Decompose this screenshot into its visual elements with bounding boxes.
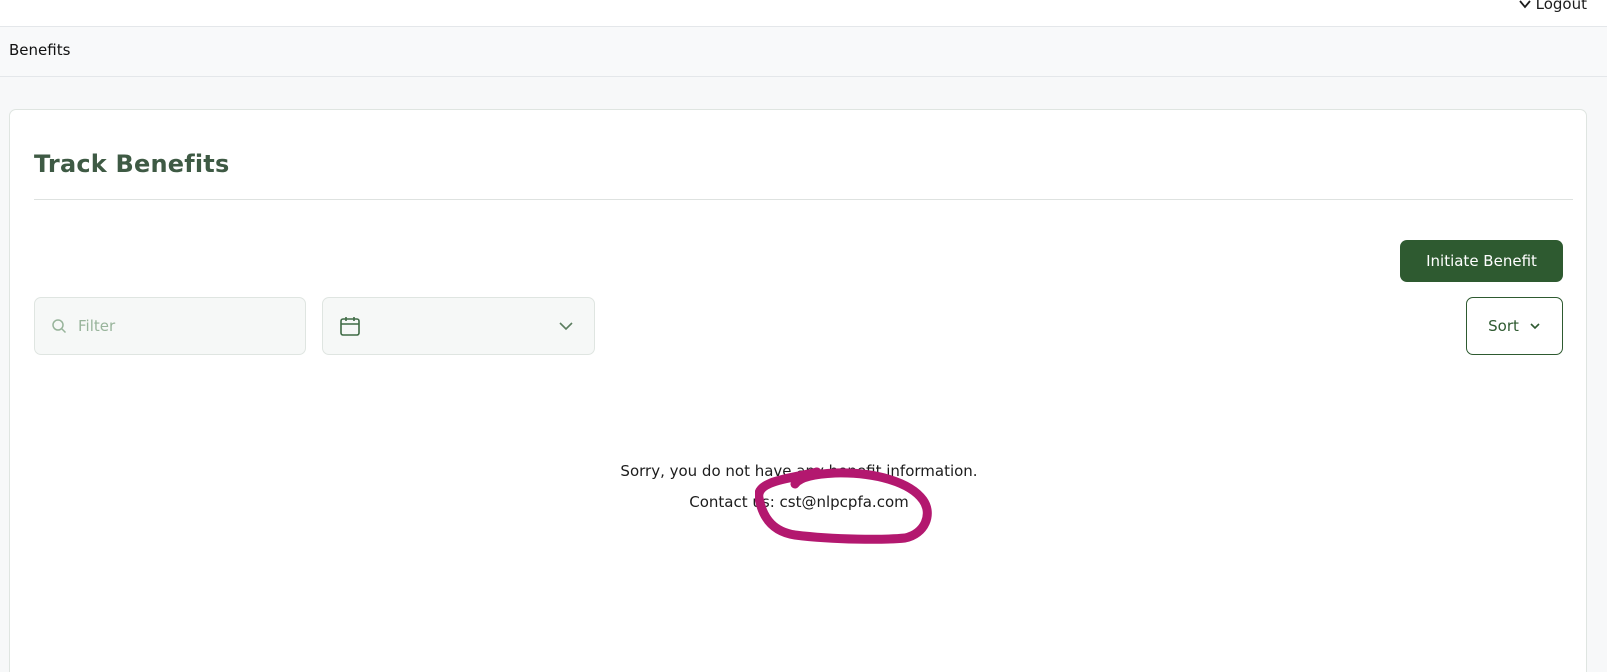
contact-line: Contact us: cst@nlpcpfa.com [10,493,1588,511]
chevron-down-icon [1530,323,1540,330]
chevron-down-icon [1518,0,1531,9]
contact-prefix: Contact us: [689,493,775,511]
divider [34,199,1573,200]
contact-email-link[interactable]: cst@nlpcpfa.com [780,493,909,511]
sort-label: Sort [1488,317,1519,335]
chevron-down-icon [559,322,573,331]
top-bar: Logout [0,0,1607,27]
filter-input[interactable] [78,317,278,335]
empty-state: Sorry, you do not have any benefit infor… [10,462,1588,511]
date-range-picker[interactable] [322,297,595,355]
logout-button[interactable]: Logout [1518,0,1587,13]
sort-button[interactable]: Sort [1466,297,1563,355]
breadcrumb: Benefits [9,41,71,59]
benefits-card: Track Benefits Initiate Benefit Sort Sor… [9,109,1587,672]
logout-label: Logout [1535,0,1587,13]
page-title: Track Benefits [34,150,230,178]
calendar-icon [340,317,360,336]
empty-message: Sorry, you do not have any benefit infor… [620,462,978,480]
search-icon [52,319,67,334]
initiate-benefit-button[interactable]: Initiate Benefit [1400,240,1563,282]
page-header: Benefits [0,27,1607,77]
filter-field[interactable] [34,297,306,355]
